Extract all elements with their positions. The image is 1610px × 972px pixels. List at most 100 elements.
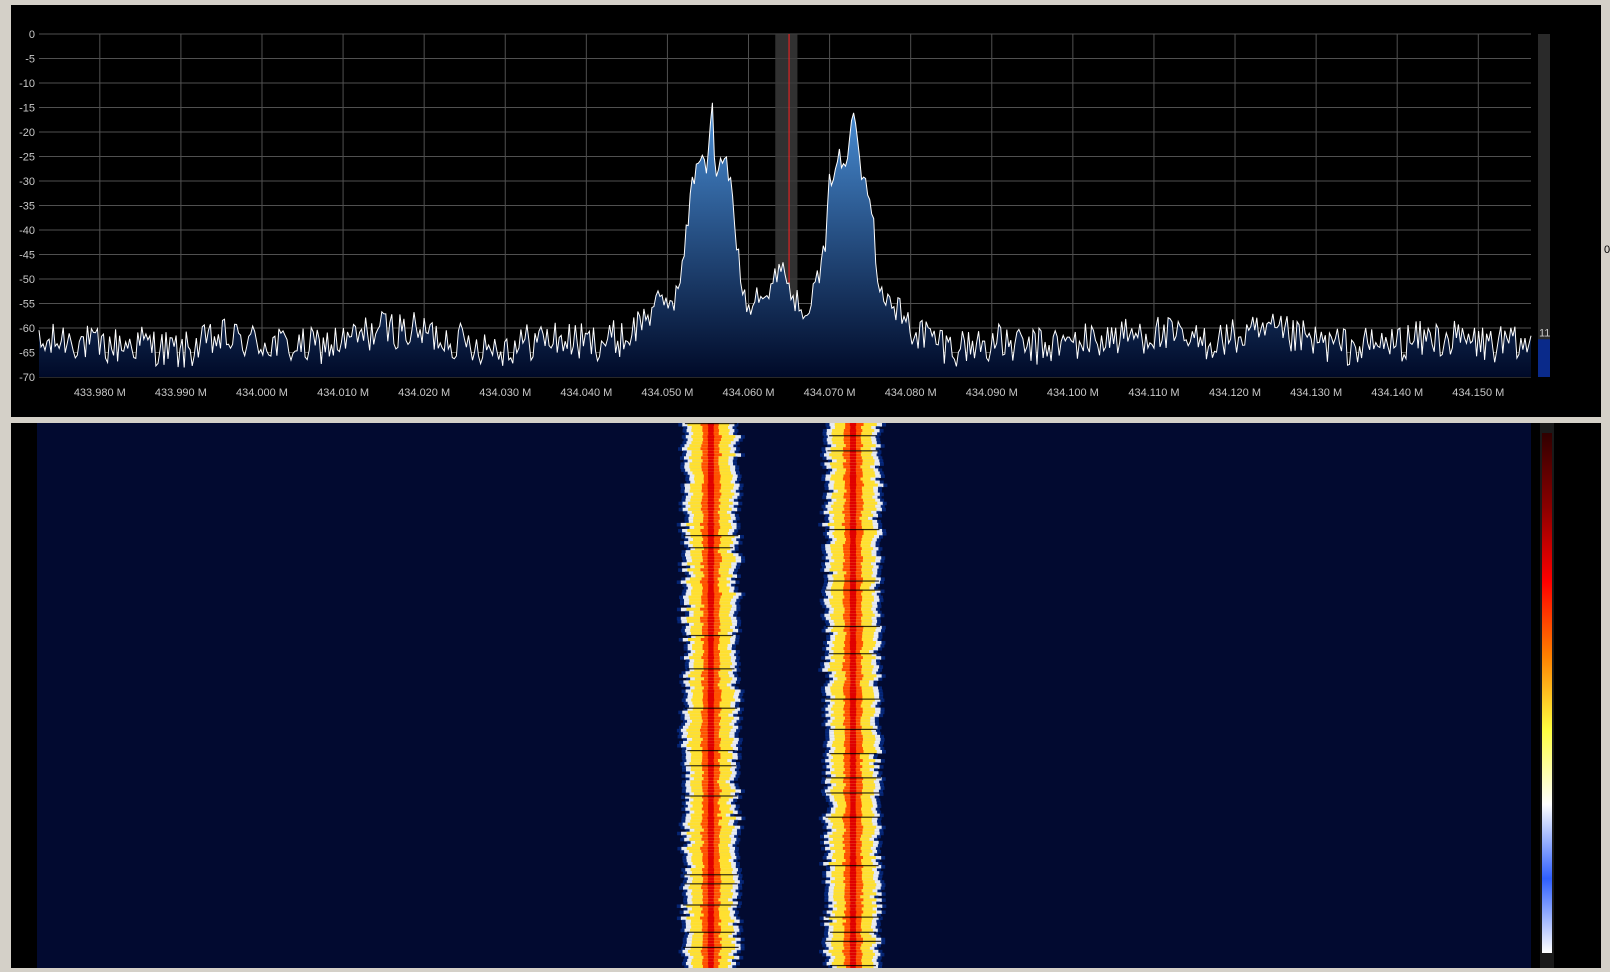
waterfall-cell bbox=[850, 783, 856, 787]
x-tick-label: 433.990 M bbox=[155, 387, 207, 399]
x-tick-label: 434.000 M bbox=[236, 387, 288, 399]
waterfall-cell bbox=[708, 653, 714, 657]
waterfall-cell bbox=[849, 604, 857, 609]
x-tick-label: 433.980 M bbox=[74, 387, 126, 399]
waterfall-cell bbox=[708, 701, 714, 706]
waterfall-cell bbox=[850, 901, 856, 905]
waterfall-cell bbox=[849, 961, 857, 966]
y-tick-label: -65 bbox=[19, 348, 35, 360]
x-tick-label: 434.020 M bbox=[398, 387, 450, 399]
waterfall-cell bbox=[849, 668, 857, 672]
waterfall-cell bbox=[708, 459, 714, 463]
waterfall-cell bbox=[707, 789, 715, 793]
waterfall-cell bbox=[829, 728, 877, 731]
spectrum-plot[interactable]: 0 -5 -10 -15 -20 -25 -30 -35 -40 -45 -50 -55 -60 -65 -… bbox=[11, 5, 1601, 417]
waterfall-cell bbox=[849, 598, 857, 603]
waterfall-cell bbox=[850, 541, 856, 545]
waterfall-cell bbox=[850, 671, 856, 675]
waterfall-cell bbox=[849, 786, 857, 790]
waterfall-cell bbox=[849, 429, 857, 433]
waterfall-cell bbox=[849, 453, 857, 457]
waterfall-cell bbox=[707, 710, 715, 715]
waterfall-cell bbox=[850, 583, 856, 587]
waterfall-cell bbox=[708, 589, 714, 594]
waterfall-cell bbox=[829, 753, 877, 755]
waterfall-cell bbox=[829, 435, 877, 437]
y-tick-label: -15 bbox=[19, 103, 35, 115]
y-tick-label: -30 bbox=[19, 176, 35, 188]
waterfall-cell bbox=[850, 680, 856, 684]
waterfall-cell bbox=[708, 610, 714, 615]
waterfall-cell bbox=[849, 922, 857, 927]
waterfall-cell bbox=[850, 925, 856, 930]
waterfall-cell bbox=[684, 883, 738, 885]
waterfall-cell bbox=[707, 753, 715, 757]
waterfall-cell bbox=[708, 792, 714, 796]
waterfall-cell bbox=[707, 728, 715, 733]
waterfall-cell bbox=[707, 680, 715, 684]
waterfall-cell bbox=[850, 895, 856, 899]
waterfall-cell bbox=[850, 919, 856, 924]
waterfall-cell bbox=[849, 559, 857, 563]
waterfall-cell bbox=[849, 880, 857, 884]
waterfall-cell bbox=[707, 892, 715, 896]
waterfall-cell bbox=[707, 901, 714, 905]
waterfall-cell bbox=[708, 704, 714, 709]
waterfall-plot[interactable] bbox=[11, 423, 1601, 968]
waterfall-cell bbox=[850, 610, 856, 615]
waterfall-cell bbox=[707, 580, 715, 584]
waterfall-cell bbox=[708, 538, 714, 542]
waterfall-panel[interactable] bbox=[11, 423, 1601, 968]
waterfall-cell bbox=[708, 426, 714, 430]
waterfall-cell bbox=[708, 810, 714, 815]
waterfall-cell bbox=[708, 604, 714, 609]
y-tick-label: -45 bbox=[19, 250, 35, 262]
colorbar-gradient bbox=[1542, 433, 1552, 953]
waterfall-cell bbox=[707, 441, 714, 445]
waterfall-cell bbox=[849, 592, 857, 597]
waterfall-cell bbox=[850, 946, 856, 951]
waterfall-cell bbox=[850, 843, 856, 848]
spectrum-panel[interactable]: 0 -5 -10 -15 -20 -25 -30 -35 -40 -45 -50 -55 -60 -65 -… bbox=[11, 5, 1601, 417]
x-tick-label: 434.130 M bbox=[1290, 387, 1342, 399]
x-tick-label: 434.030 M bbox=[479, 387, 531, 399]
waterfall-cell bbox=[849, 423, 857, 427]
waterfall-cell bbox=[849, 644, 857, 648]
waterfall-cell bbox=[707, 522, 715, 527]
waterfall-cell bbox=[849, 568, 857, 572]
waterfall-cell bbox=[707, 598, 715, 603]
waterfall-cell bbox=[849, 949, 857, 954]
waterfall-cell bbox=[683, 874, 738, 876]
waterfall-cell bbox=[849, 656, 857, 660]
y-tick-label: -40 bbox=[19, 225, 35, 237]
waterfall-cell bbox=[707, 637, 715, 642]
waterfall-cell bbox=[707, 483, 715, 488]
waterfall-cell bbox=[707, 689, 715, 693]
waterfall-cell bbox=[708, 519, 714, 524]
waterfall-cell bbox=[849, 550, 857, 554]
y-tick-label: -60 bbox=[19, 323, 35, 335]
waterfall-cell bbox=[850, 459, 856, 463]
waterfall-cell bbox=[708, 504, 714, 509]
waterfall-cell bbox=[707, 831, 715, 836]
level-meter-label: 11 bbox=[1539, 327, 1550, 339]
waterfall-cell bbox=[849, 707, 857, 712]
waterfall-cell bbox=[849, 737, 857, 742]
waterfall-cell bbox=[849, 501, 857, 506]
waterfall-cell bbox=[849, 686, 857, 690]
x-tick-label: 434.080 M bbox=[885, 387, 937, 399]
waterfall-cell bbox=[850, 634, 856, 639]
waterfall-cell bbox=[707, 774, 714, 778]
waterfall-cell bbox=[683, 535, 739, 537]
waterfall-cell bbox=[708, 471, 714, 475]
waterfall-cell bbox=[708, 828, 714, 833]
waterfall-cell bbox=[708, 516, 714, 521]
waterfall-cell bbox=[827, 865, 879, 867]
waterfall-cell bbox=[707, 762, 715, 766]
waterfall-cell bbox=[707, 456, 714, 460]
waterfall-cell bbox=[707, 495, 715, 500]
waterfall-cell bbox=[827, 450, 879, 452]
waterfall-cell bbox=[707, 625, 714, 630]
waterfall-cell bbox=[707, 486, 715, 491]
waterfall-cell bbox=[850, 631, 856, 636]
